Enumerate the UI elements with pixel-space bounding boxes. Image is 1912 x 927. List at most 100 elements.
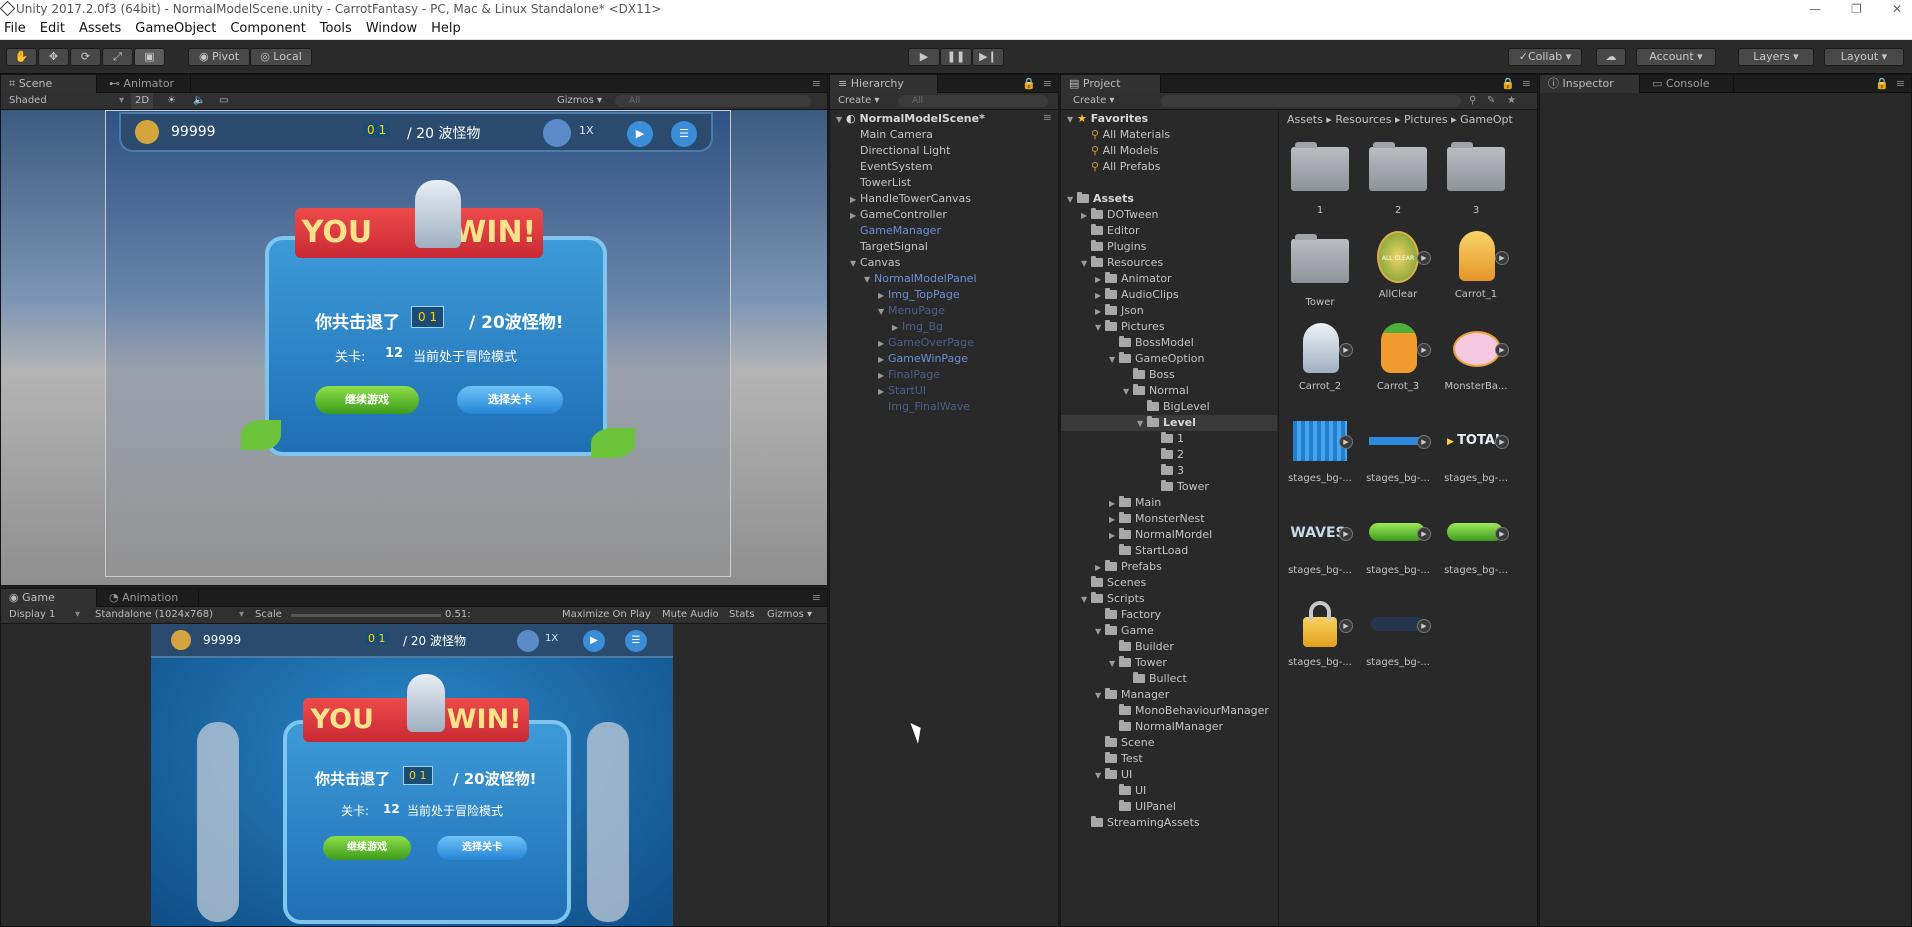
local-button[interactable]: ◎ Local [250, 48, 312, 66]
filter-type-icon[interactable]: ⚲ [1469, 93, 1476, 109]
tab-animation[interactable]: ◔ Animation [101, 589, 199, 607]
layers-button[interactable]: Layers ▾ [1738, 48, 1814, 66]
hierarchy-create-button[interactable]: Create ▾ [838, 93, 879, 109]
toggle-2d-button[interactable]: 2D [131, 93, 154, 109]
expand-arrow-icon[interactable]: ▼ [1137, 416, 1147, 432]
restore-icon[interactable]: ❐ [1851, 0, 1862, 18]
step-button[interactable]: ▶❙ [972, 48, 1004, 66]
lock-icon[interactable]: 🔒 [1022, 77, 1036, 90]
collapse-arrow-icon[interactable]: ▶ [1095, 272, 1105, 288]
tree-item[interactable]: MonoBehaviourManager [1119, 703, 1269, 719]
tree-item[interactable]: BossModel [1119, 335, 1194, 351]
hierarchy-item[interactable]: EventSystem [860, 159, 933, 175]
collapse-arrow-icon[interactable]: ▶ [878, 368, 888, 384]
collapse-arrow-icon[interactable]: ▶ [1095, 560, 1105, 576]
scene-canvas[interactable]: 99999 0 1 / 20 波怪物 1X ▶ ☰ 你共击退了 0 1 / 20… [1, 110, 827, 585]
tree-item[interactable]: 1 [1161, 431, 1184, 447]
tree-item[interactable]: ▶ MonsterNest [1109, 511, 1205, 527]
panel-menu-icon[interactable]: ≡ [1896, 77, 1905, 90]
tree-item[interactable]: ▼ Resources [1081, 255, 1163, 271]
display-dropdown[interactable]: Display 1 [9, 607, 55, 623]
hand-tool-icon[interactable]: ✋ [6, 48, 37, 66]
hierarchy-item[interactable]: ▶ GameController [850, 207, 947, 223]
collapse-arrow-icon[interactable]: ▶ [878, 352, 888, 368]
tree-item[interactable]: UIPanel [1119, 799, 1176, 815]
collapse-arrow-icon[interactable]: ▶ [1109, 496, 1119, 512]
panel-menu-icon[interactable]: ≡ [1043, 77, 1052, 90]
project-search-input[interactable] [1161, 95, 1461, 107]
hierarchy-item[interactable]: ▶ GameWinPage [878, 351, 968, 367]
tree-item[interactable]: ▶ Prefabs [1095, 559, 1162, 575]
hierarchy-item[interactable]: ▶ HandleTowerCanvas [850, 191, 971, 207]
expand-arrow-icon[interactable]: ▼ [878, 304, 888, 320]
hierarchy-item[interactable]: Directional Light [860, 143, 950, 159]
play-preview-icon[interactable]: ▶ [1339, 343, 1353, 357]
play-preview-icon[interactable]: ▶ [1339, 435, 1353, 449]
tree-item[interactable]: Scene [1105, 735, 1155, 751]
asset-item[interactable]: ▶ Carrot_3 [1359, 323, 1437, 392]
collapse-arrow-icon[interactable]: ▶ [850, 192, 860, 208]
hierarchy-item[interactable]: ▶ FinalPage [878, 367, 940, 383]
tree-item[interactable]: Tower [1161, 479, 1209, 495]
tree-item[interactable]: Editor [1091, 223, 1140, 239]
expand-arrow-icon[interactable]: ▼ [864, 272, 874, 288]
menu-edit[interactable]: Edit [40, 18, 65, 39]
select-level-button[interactable]: 选择关卡 [437, 836, 527, 860]
tree-item[interactable]: BigLevel [1147, 399, 1210, 415]
hierarchy-item[interactable]: ▼ Canvas [850, 255, 900, 271]
asset-item[interactable]: ▶ stages_bg-... [1359, 507, 1437, 576]
hierarchy-item[interactable]: Main Camera [860, 127, 933, 143]
play-preview-icon[interactable]: ▶ [1495, 527, 1509, 541]
expand-arrow-icon[interactable]: ▼ [1067, 112, 1077, 128]
hierarchy-item[interactable]: TargetSignal [860, 239, 928, 255]
tree-item[interactable]: ▼ Manager [1095, 687, 1169, 703]
tree-item[interactable]: ▼ Pictures [1095, 319, 1165, 335]
tree-item[interactable]: StartLoad [1119, 543, 1188, 559]
tree-item[interactable]: StreamingAssets [1091, 815, 1200, 831]
select-level-button[interactable]: 选择关卡 [457, 386, 563, 414]
favorite-item[interactable]: ⚲ All Prefabs [1091, 159, 1161, 175]
play-preview-icon[interactable]: ▶ [1339, 527, 1353, 541]
hierarchy-item[interactable]: ▼ NormalModelPanel [864, 271, 977, 287]
hierarchy-item[interactable]: ▶ Img_Bg [892, 319, 943, 335]
play-preview-icon[interactable]: ▶ [1417, 527, 1431, 541]
collapse-arrow-icon[interactable]: ▶ [892, 320, 902, 336]
tab-scene[interactable]: ⌗ Scene [1, 75, 97, 93]
lock-icon[interactable]: 🔒 [1875, 77, 1889, 90]
pause-button[interactable]: ❚❚ [940, 48, 972, 66]
layout-button[interactable]: Layout ▾ [1824, 48, 1904, 66]
expand-arrow-icon[interactable]: ▼ [1095, 688, 1105, 704]
asset-item[interactable]: ▶ MonsterBa... [1437, 323, 1515, 392]
breadcrumb-item[interactable]: Resources [1335, 113, 1391, 126]
tree-item[interactable]: UI [1119, 783, 1146, 799]
collapse-arrow-icon[interactable]: ▶ [1095, 288, 1105, 304]
effects-toggle-icon[interactable]: ▭ [219, 93, 228, 109]
collapse-arrow-icon[interactable]: ▶ [1109, 512, 1119, 528]
tree-item[interactable]: ▶ Json [1095, 303, 1144, 319]
favorite-star-icon[interactable]: ★ [1507, 93, 1516, 109]
tree-item[interactable]: ▶ Main [1109, 495, 1161, 511]
tree-item[interactable]: ▼ UI [1095, 767, 1132, 783]
tree-item[interactable]: ▶ NormalMordel [1109, 527, 1212, 543]
asset-item[interactable]: 2 [1359, 139, 1437, 216]
asset-item[interactable]: 1 [1281, 139, 1359, 216]
tree-item[interactable]: Bullect [1133, 671, 1187, 687]
menu-gameobject[interactable]: GameObject [135, 18, 216, 39]
resolution-dropdown[interactable]: Standalone (1024x768) [95, 607, 213, 623]
asset-item[interactable]: ALL CLEAR ▶ AllClear [1359, 231, 1437, 300]
pivot-button[interactable]: ◉ Pivot [188, 48, 250, 66]
move-tool-icon[interactable]: ✥ [38, 48, 69, 66]
hierarchy-item[interactable]: GameManager [860, 223, 941, 239]
tab-animator[interactable]: ⊷ Animator [101, 75, 191, 93]
mute-audio-button[interactable]: Mute Audio [662, 607, 719, 623]
menu-file[interactable]: File [4, 18, 26, 39]
expand-arrow-icon[interactable]: ▼ [1095, 768, 1105, 784]
hierarchy-item[interactable]: ▶ GameOverPage [878, 335, 974, 351]
cloud-icon[interactable]: ☁ [1596, 48, 1626, 66]
favorites-header[interactable]: ▼ ★ Favorites [1067, 111, 1148, 127]
play-preview-icon[interactable]: ▶ [1417, 251, 1431, 265]
panel-menu-icon[interactable]: ≡ [812, 591, 821, 604]
tab-project[interactable]: ▤ Project [1061, 75, 1161, 93]
tree-item[interactable]: ▼ Game [1095, 623, 1154, 639]
assets-root[interactable]: ▼ Assets [1067, 191, 1134, 207]
